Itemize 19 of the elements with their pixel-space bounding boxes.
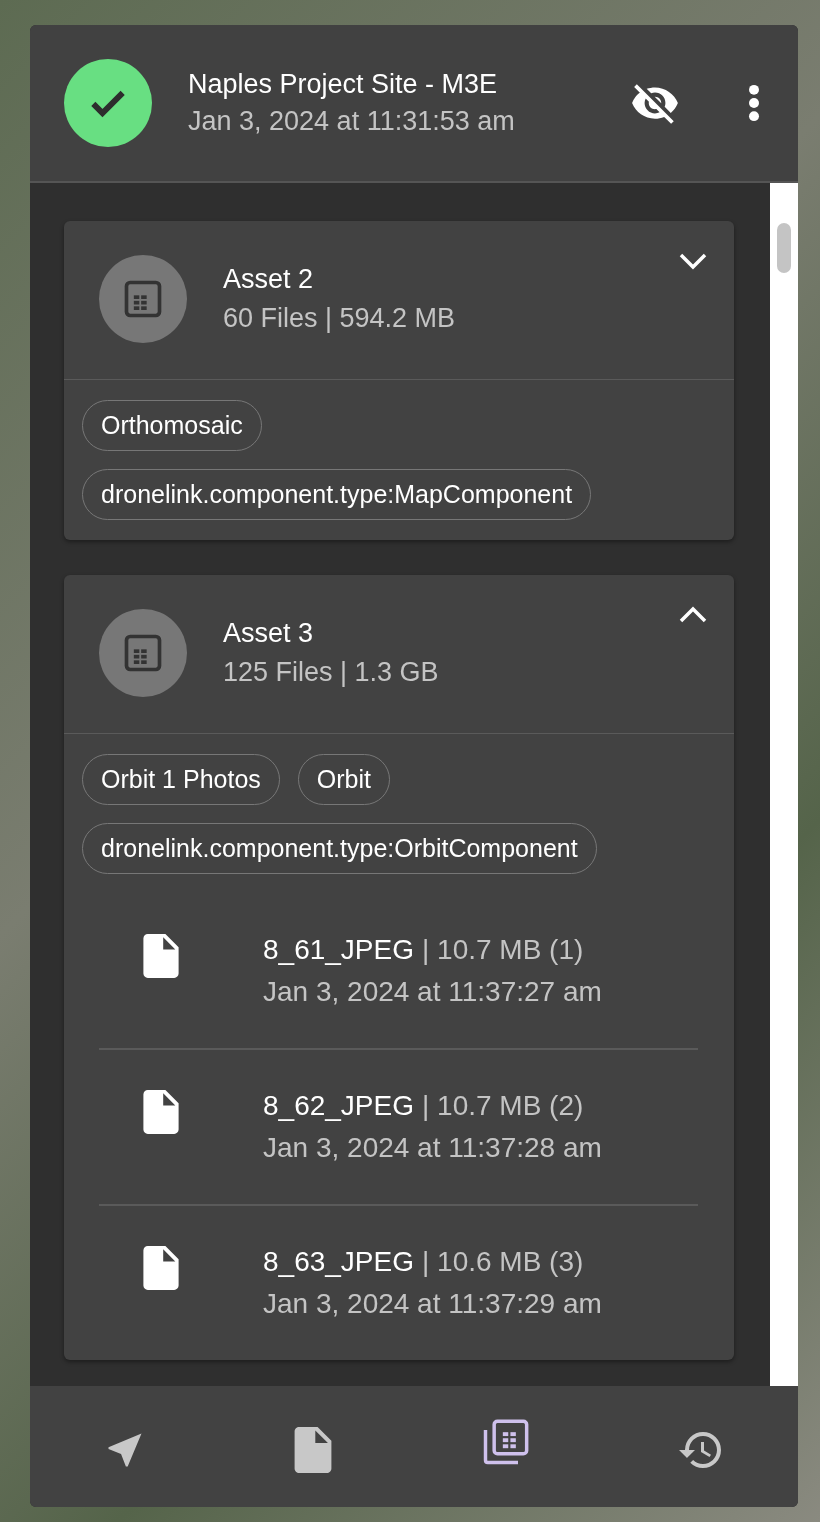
- file-size: | 10.6 MB (3): [422, 1246, 584, 1278]
- file-icon: [293, 1426, 333, 1473]
- file-name: 8_62_JPEG: [263, 1090, 414, 1122]
- file-size: | 10.7 MB (1): [422, 934, 584, 966]
- asset-name: Asset 2: [223, 264, 315, 295]
- site-title: Naples Project Site - M3E: [188, 69, 499, 100]
- file-timestamp: Jan 3, 2024 at 11:37:27 am: [263, 976, 602, 1008]
- site-timestamp: Jan 3, 2024 at 11:31:53 am: [188, 106, 516, 137]
- file-timestamp: Jan 3, 2024 at 11:37:28 am: [263, 1132, 602, 1164]
- asset-summary: 60 Files | 594.2 MB: [223, 303, 457, 334]
- file-size: | 10.7 MB (2): [422, 1090, 584, 1122]
- scrollbar-thumb[interactable]: [777, 223, 791, 273]
- asset-name: Asset 3: [223, 618, 315, 649]
- chevron-up-icon[interactable]: [678, 605, 708, 625]
- chevron-down-icon[interactable]: [678, 251, 708, 271]
- file-name: 8_63_JPEG: [263, 1246, 414, 1278]
- asset-summary: 125 Files | 1.3 GB: [223, 657, 440, 688]
- file-timestamp: Jan 3, 2024 at 11:37:29 am: [263, 1288, 602, 1320]
- file-name: 8_61_JPEG: [263, 934, 414, 966]
